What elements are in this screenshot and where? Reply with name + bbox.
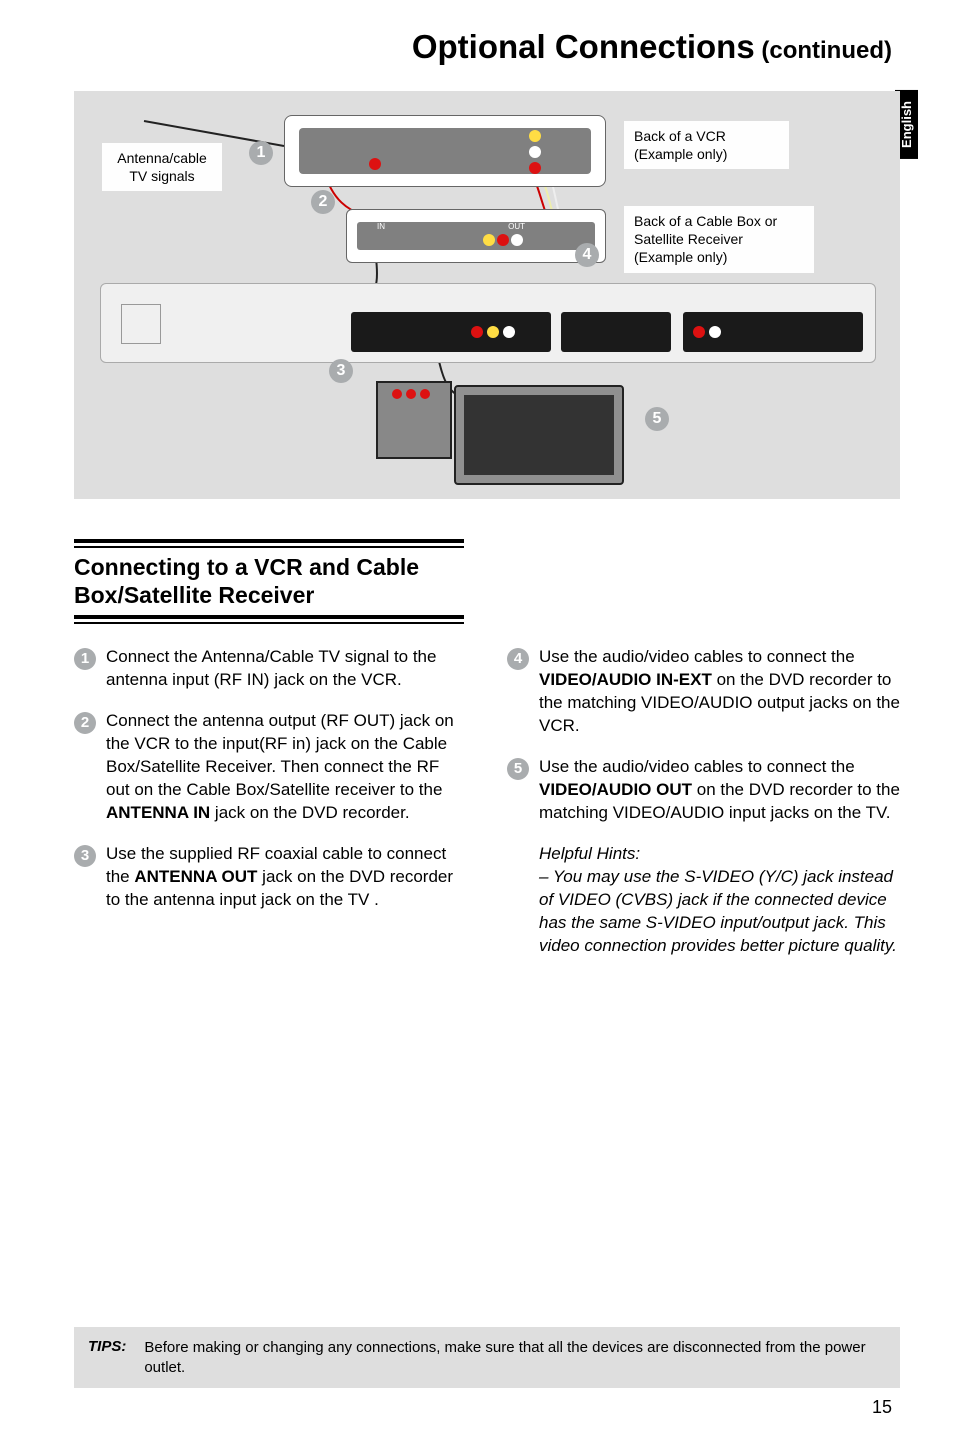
dvd-recorder-back-panel: [100, 283, 876, 363]
step-3: 3 Use the supplied RF coaxial cable to c…: [74, 843, 467, 912]
diagram-bubble-3: 3: [329, 359, 353, 383]
left-column: 1 Connect the Antenna/Cable TV signal to…: [74, 646, 467, 957]
heading-rule-bottom-2: [74, 622, 464, 624]
page-number: 15: [872, 1397, 892, 1418]
step-3-bold: ANTENNA OUT: [134, 867, 257, 886]
step-4: 4 Use the audio/video cables to connect …: [507, 646, 900, 738]
diagram-bubble-1: 1: [249, 141, 273, 165]
wiring-diagram: Antenna/cable TV signals Back of a VCR (…: [74, 91, 900, 499]
step-4-pre: Use the audio/video cables to connect th…: [539, 647, 855, 666]
vcr-label: Back of a VCR (Example only): [624, 121, 789, 169]
tips-box: TIPS: Before making or changing any conn…: [74, 1327, 900, 1388]
cablebox-back-panel: IN OUT: [346, 209, 606, 263]
heading-rule-top: [74, 539, 464, 543]
diagram-bubble-5: 5: [645, 407, 669, 431]
tv-back-panel: [454, 385, 624, 485]
tips-label: TIPS:: [88, 1338, 126, 1377]
in-label: IN: [377, 222, 385, 231]
page-title: Optional Connections (continued): [0, 0, 954, 76]
step-2-pre: Connect the antenna output (RF OUT) jack…: [106, 711, 454, 799]
bullet-2: 2: [74, 712, 96, 734]
step-1: 1 Connect the Antenna/Cable TV signal to…: [74, 646, 467, 692]
bullet-1: 1: [74, 648, 96, 670]
hints-line: – You may use the S-VIDEO (Y/C) jack ins…: [539, 866, 900, 958]
body-columns: 1 Connect the Antenna/Cable TV signal to…: [74, 646, 900, 957]
step-2-bold: ANTENNA IN: [106, 803, 210, 822]
title-main: Optional Connections: [412, 28, 755, 65]
section-heading: Connecting to a VCR and Cable Box/Satell…: [74, 548, 464, 615]
step-4-bold: VIDEO/AUDIO IN-EXT: [539, 670, 712, 689]
step-2: 2 Connect the antenna output (RF OUT) ja…: [74, 710, 467, 825]
helpful-hints: Helpful Hints: – You may use the S-VIDEO…: [539, 843, 900, 958]
right-column: 4 Use the audio/video cables to connect …: [507, 646, 900, 957]
hints-title: Helpful Hints:: [539, 843, 900, 866]
step-5-pre: Use the audio/video cables to connect th…: [539, 757, 855, 776]
step-5: 5 Use the audio/video cables to connect …: [507, 756, 900, 825]
out-label: OUT: [508, 222, 525, 231]
bullet-4: 4: [507, 648, 529, 670]
step-5-bold: VIDEO/AUDIO OUT: [539, 780, 692, 799]
heading-rule-bottom: [74, 615, 464, 619]
step-2-post: jack on the DVD recorder.: [210, 803, 409, 822]
title-cont: (continued): [755, 37, 892, 64]
tips-text: Before making or changing any connection…: [144, 1338, 886, 1377]
bullet-5: 5: [507, 758, 529, 780]
step-1-text: Connect the Antenna/Cable TV signal to t…: [106, 647, 436, 689]
diagram-bubble-4: 4: [575, 243, 599, 267]
vcr-back-panel: [284, 115, 606, 187]
bullet-3: 3: [74, 845, 96, 867]
diagram-bubble-2: 2: [311, 190, 335, 214]
satellite-label: Back of a Cable Box or Satellite Receive…: [624, 206, 814, 273]
